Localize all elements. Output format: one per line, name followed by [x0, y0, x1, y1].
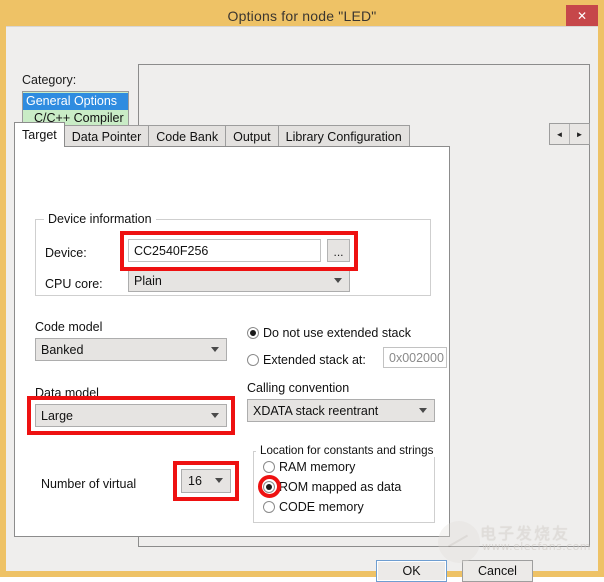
data-model-combo[interactable]: Large: [35, 404, 227, 427]
calling-convention-label: Calling convention: [247, 381, 349, 395]
radio-ram-memory-label: RAM memory: [279, 460, 355, 474]
radio-ram-memory[interactable]: RAM memory: [263, 460, 355, 474]
radio-extended-stack-at-label: Extended stack at:: [263, 353, 366, 367]
radio-code-memory-label: CODE memory: [279, 500, 364, 514]
radio-code-memory[interactable]: CODE memory: [263, 500, 364, 514]
constants-location-title: Location for constants and strings: [256, 444, 437, 457]
close-button[interactable]: ✕: [566, 5, 598, 26]
code-model-label: Code model: [35, 320, 102, 334]
tab-scroll-left-icon[interactable]: ◄: [550, 124, 570, 144]
calling-convention-value: XDATA stack reentrant: [253, 404, 378, 418]
ok-button[interactable]: OK: [376, 560, 447, 582]
number-of-virtual-label: Number of virtual: [41, 477, 136, 491]
tab-scrollers: ◄ ►: [549, 123, 590, 145]
cancel-button[interactable]: Cancel: [462, 560, 533, 582]
tab-list: TargetData PointerCode BankOutputLibrary…: [14, 122, 409, 147]
code-model-combo[interactable]: Banked: [35, 338, 227, 361]
cpu-core-value: Plain: [134, 274, 162, 288]
data-model-value: Large: [41, 409, 73, 423]
radio-rom-mapped-as-data-label: ROM mapped as data: [279, 480, 401, 494]
device-browse-button[interactable]: ...: [327, 239, 350, 262]
radio-icon: [247, 354, 259, 366]
number-of-virtual-value: 16: [188, 474, 202, 488]
cpu-core-label: CPU core:: [45, 277, 103, 291]
calling-convention-combo[interactable]: XDATA stack reentrant: [247, 399, 435, 422]
device-label: Device:: [45, 246, 87, 260]
radio-no-extended-stack[interactable]: Do not use extended stack: [247, 326, 411, 340]
options-dialog-window: Options for node "LED" ✕ Category: Gener…: [0, 0, 604, 577]
tab-scroll-right-icon[interactable]: ►: [570, 124, 589, 144]
tab-data-pointer[interactable]: Data Pointer: [64, 125, 149, 147]
radio-extended-stack-at[interactable]: Extended stack at:: [247, 353, 366, 367]
chevron-down-icon: [211, 347, 219, 352]
tab-strip: TargetData PointerCode BankOutputLibrary…: [14, 122, 590, 147]
category-item[interactable]: General Options: [23, 93, 128, 110]
tab-target[interactable]: Target: [14, 122, 65, 147]
radio-icon: [263, 481, 275, 493]
chevron-down-icon: [334, 278, 342, 283]
window-title: Options for node "LED": [228, 8, 377, 24]
radio-icon: [263, 461, 275, 473]
extended-stack-address-input[interactable]: 0x002000: [383, 347, 447, 368]
chevron-down-icon: [215, 478, 223, 483]
code-model-value: Banked: [41, 343, 83, 357]
close-icon: ✕: [577, 9, 587, 23]
radio-icon: [263, 501, 275, 513]
tab-content-target: Device information Device: CC2540F256 ..…: [14, 146, 450, 537]
radio-rom-mapped-as-data[interactable]: ROM mapped as data: [263, 480, 401, 494]
tab-library-configuration[interactable]: Library Configuration: [278, 125, 410, 147]
category-label: Category:: [22, 73, 76, 87]
dialog-body: Category: General OptionsC/C++ CompilerA…: [6, 26, 598, 571]
tab-code-bank[interactable]: Code Bank: [148, 125, 226, 147]
data-model-label: Data model: [35, 386, 99, 400]
device-information-title: Device information: [44, 212, 156, 226]
chevron-down-icon: [419, 408, 427, 413]
title-bar: Options for node "LED" ✕: [6, 6, 598, 26]
number-of-virtual-combo[interactable]: 16: [181, 469, 231, 493]
chevron-down-icon: [211, 413, 219, 418]
device-input[interactable]: CC2540F256: [128, 239, 321, 262]
tab-output[interactable]: Output: [225, 125, 279, 147]
cpu-core-combo[interactable]: Plain: [128, 270, 350, 292]
radio-icon: [247, 327, 259, 339]
radio-no-extended-stack-label: Do not use extended stack: [263, 326, 411, 340]
